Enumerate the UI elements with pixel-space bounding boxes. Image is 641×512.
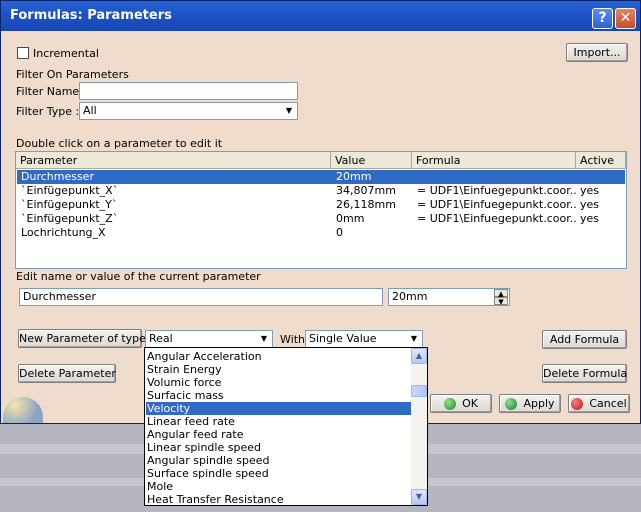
spin-up-icon[interactable]: ▲: [494, 289, 508, 298]
list-item[interactable]: Angular feed rate: [146, 428, 412, 441]
close-button[interactable]: ✕: [615, 8, 636, 29]
table-hint: Double click on a parameter to edit it: [16, 137, 223, 150]
ok-label: OK: [462, 397, 478, 410]
value-kind-value: Single Value: [309, 332, 377, 345]
list-item[interactable]: Angular spindle speed: [146, 454, 412, 467]
table-row[interactable]: `Einfügepunkt_X` 34,807mm = UDF1\Einfueg…: [17, 184, 625, 198]
scroll-up-icon[interactable]: ▲: [411, 348, 427, 364]
cell-formula: = UDF1\Einfuegepunkt.coor...: [417, 198, 577, 211]
column-header-parameter[interactable]: Parameter: [16, 152, 331, 169]
table-row[interactable]: `Einfügepunkt_Z` 0mm = UDF1\Einfuegepunk…: [17, 212, 625, 226]
cell-formula: = UDF1\Einfuegepunkt.coor...: [417, 184, 577, 197]
apply-icon: [505, 398, 518, 410]
table-row[interactable]: Lochrichtung_X 0: [17, 226, 625, 240]
filter-name-input[interactable]: [79, 82, 298, 100]
ok-icon: [444, 398, 457, 410]
apply-label: Apply: [523, 397, 555, 410]
edit-value-text: 20mm: [392, 290, 428, 303]
new-parameter-button[interactable]: New Parameter of type: [18, 329, 146, 348]
delete-parameter-button[interactable]: Delete Parameter: [18, 364, 116, 383]
title-bar: Formulas: Parameters ? ✕: [1, 1, 640, 31]
import-button[interactable]: Import...: [566, 43, 628, 62]
apply-button[interactable]: Apply: [499, 394, 561, 413]
window-title: Formulas: Parameters: [10, 8, 172, 23]
edit-label: Edit name or value of the current parame…: [16, 270, 261, 283]
chevron-down-icon[interactable]: ▼: [282, 104, 296, 118]
cancel-icon: [571, 398, 584, 410]
filter-header: Filter On Parameters: [16, 68, 129, 81]
cell-value: 20mm: [336, 170, 372, 183]
spin-down-icon[interactable]: ▼: [494, 297, 508, 305]
filter-type-label: Filter Type :: [16, 105, 80, 118]
filter-name-label: Filter Name :: [16, 85, 87, 98]
list-item[interactable]: Surface spindle speed: [146, 467, 412, 480]
table-row[interactable]: Durchmesser 20mm: [17, 170, 625, 184]
incremental-label: Incremental: [33, 47, 99, 60]
list-item[interactable]: Angular Acceleration: [146, 350, 412, 363]
delete-formula-button[interactable]: Delete Formula: [542, 364, 627, 383]
incremental-checkbox[interactable]: [17, 47, 29, 59]
cell-value: 26,118mm: [336, 198, 396, 211]
help-button[interactable]: ?: [592, 8, 613, 29]
with-label: With: [280, 333, 305, 346]
filter-type-combo[interactable]: All ▼: [79, 102, 298, 120]
list-item[interactable]: Heat Transfer Resistance: [146, 493, 412, 506]
cell-formula: = UDF1\Einfuegepunkt.coor...: [417, 212, 577, 225]
parameter-type-dropdown-list[interactable]: Angular Acceleration Strain Energy Volum…: [144, 347, 428, 506]
cell-value: 0mm: [336, 212, 365, 225]
ok-button[interactable]: OK: [430, 394, 492, 413]
cancel-label: Cancel: [589, 397, 627, 410]
edit-value-spinner[interactable]: 20mm ▲ ▼: [388, 288, 510, 306]
cancel-button[interactable]: Cancel: [568, 394, 630, 413]
chevron-down-icon[interactable]: ▼: [257, 332, 271, 346]
cell-parameter: `Einfügepunkt_X`: [21, 184, 119, 197]
cell-active: yes: [580, 198, 600, 211]
list-item[interactable]: Strain Energy: [146, 363, 412, 376]
edit-name-input[interactable]: Durchmesser: [19, 288, 383, 306]
column-header-value[interactable]: Value: [331, 152, 412, 169]
list-item[interactable]: Surfacic mass: [146, 389, 412, 402]
list-item-selected[interactable]: Velocity: [146, 402, 412, 415]
column-header-formula[interactable]: Formula: [412, 152, 576, 169]
cell-value: 34,807mm: [336, 184, 396, 197]
chevron-down-icon[interactable]: ▼: [407, 332, 421, 346]
column-header-active[interactable]: Active: [576, 152, 626, 169]
cell-parameter: Durchmesser: [21, 170, 94, 183]
parameter-type-combo[interactable]: Real ▼: [145, 330, 273, 348]
value-kind-combo[interactable]: Single Value ▼: [305, 330, 423, 348]
scroll-down-icon[interactable]: ▼: [411, 489, 427, 505]
globe-logo-icon: [3, 397, 43, 423]
cell-active: yes: [580, 212, 600, 225]
cell-parameter: `Einfügepunkt_Z`: [21, 212, 119, 225]
cell-parameter: Lochrichtung_X: [21, 226, 106, 239]
table-row[interactable]: `Einfügepunkt_Y` 26,118mm = UDF1\Einfueg…: [17, 198, 625, 212]
cell-active: yes: [580, 184, 600, 197]
dropdown-scrollbar[interactable]: ▲ ▼: [411, 348, 427, 505]
scrollbar-thumb[interactable]: [411, 385, 427, 397]
list-item[interactable]: Mole: [146, 480, 412, 493]
add-formula-button[interactable]: Add Formula: [542, 330, 627, 349]
cell-value: 0: [336, 226, 343, 239]
list-item[interactable]: Linear spindle speed: [146, 441, 412, 454]
list-item[interactable]: Volumic force: [146, 376, 412, 389]
filter-type-value: All: [83, 104, 97, 117]
parameter-table[interactable]: Parameter Value Formula Active Durchmess…: [15, 151, 627, 269]
list-item[interactable]: Linear feed rate: [146, 415, 412, 428]
cell-parameter: `Einfügepunkt_Y`: [21, 198, 118, 211]
parameter-type-value: Real: [149, 332, 173, 345]
